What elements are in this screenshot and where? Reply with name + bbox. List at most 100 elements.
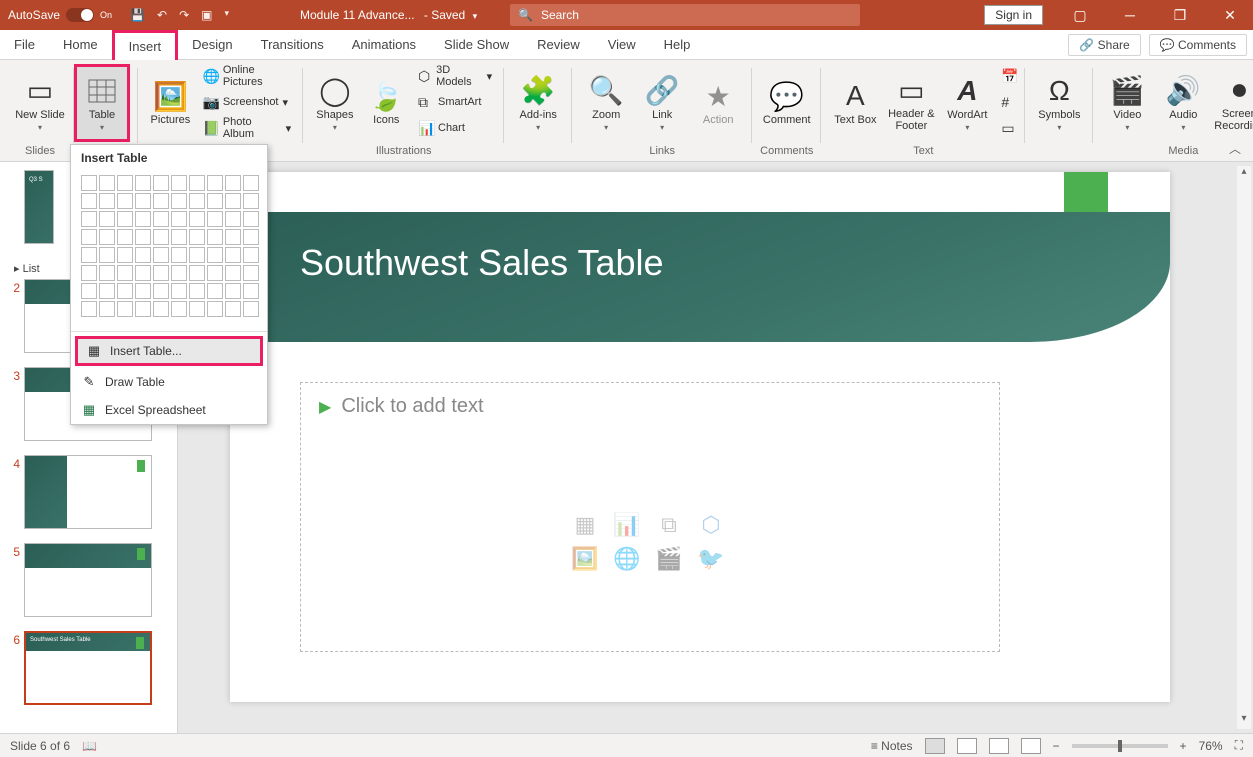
icons-button[interactable]: 🍃Icons [363, 64, 410, 142]
grid-cell[interactable] [225, 211, 241, 227]
tab-home[interactable]: Home [49, 30, 112, 60]
grid-cell[interactable] [225, 229, 241, 245]
grid-cell[interactable] [117, 193, 133, 209]
reading-view-button[interactable] [989, 738, 1009, 754]
share-button[interactable]: 🔗 Share [1068, 34, 1140, 56]
grid-cell[interactable] [189, 301, 205, 317]
tab-slideshow[interactable]: Slide Show [430, 30, 523, 60]
sorter-view-button[interactable] [957, 738, 977, 754]
wordart-button[interactable]: AWordArt▾ [941, 64, 993, 142]
pictures-button[interactable]: 🖼️Pictures [146, 64, 195, 142]
grid-cell[interactable] [171, 175, 187, 191]
tab-review[interactable]: Review [523, 30, 594, 60]
grid-cell[interactable] [81, 175, 97, 191]
normal-view-button[interactable] [925, 738, 945, 754]
vertical-scrollbar[interactable]: ▴▾ [1237, 166, 1251, 729]
new-slide-button[interactable]: ▭ New Slide▾ [14, 64, 66, 142]
grid-cell[interactable] [135, 283, 151, 299]
grid-cell[interactable] [243, 283, 259, 299]
tab-insert[interactable]: Insert [112, 30, 179, 60]
grid-cell[interactable] [81, 193, 97, 209]
insert-3d-icon[interactable]: ⬡ [695, 511, 727, 539]
grid-cell[interactable] [99, 265, 115, 281]
insert-online-picture-icon[interactable]: 🌐 [611, 545, 643, 573]
grid-cell[interactable] [81, 211, 97, 227]
grid-cell[interactable] [243, 247, 259, 263]
grid-cell[interactable] [135, 175, 151, 191]
grid-cell[interactable] [189, 193, 205, 209]
grid-cell[interactable] [207, 283, 223, 299]
grid-cell[interactable] [135, 247, 151, 263]
insert-table-icon[interactable]: ▦ [569, 511, 601, 539]
zoom-slider[interactable] [1072, 744, 1168, 748]
save-icon[interactable]: 💾 [130, 8, 145, 22]
insert-table-menuitem[interactable]: ▦ Insert Table... [75, 336, 263, 366]
action-button[interactable]: ★Action [692, 64, 744, 142]
grid-cell[interactable] [99, 247, 115, 263]
shapes-button[interactable]: ◯Shapes▾ [311, 64, 358, 142]
grid-cell[interactable] [81, 265, 97, 281]
insert-icon-icon[interactable]: 🐦 [695, 545, 727, 573]
grid-cell[interactable] [117, 265, 133, 281]
grid-cell[interactable] [135, 193, 151, 209]
smartart-button[interactable]: ⧉SmartArt [414, 90, 496, 114]
slide-title[interactable]: Southwest Sales Table [300, 242, 664, 284]
grid-cell[interactable] [225, 265, 241, 281]
comments-button[interactable]: 💬 Comments [1149, 34, 1247, 56]
date-time-button[interactable]: 📅 [997, 64, 1017, 88]
redo-icon[interactable]: ↷ [179, 8, 189, 22]
photo-album-button[interactable]: 📗Photo Album ▾ [199, 116, 295, 140]
audio-button[interactable]: 🔊Audio▾ [1157, 64, 1209, 142]
notes-button[interactable]: ≡ Notes [871, 739, 913, 753]
qat-more-icon[interactable]: ▾ [224, 8, 229, 22]
content-placeholder[interactable]: ▶Click to add text ▦ 📊 ⧉ ⬡ 🖼️ 🌐 🎬 🐦 [300, 382, 1000, 652]
grid-cell[interactable] [225, 247, 241, 263]
grid-cell[interactable] [243, 265, 259, 281]
grid-cell[interactable] [225, 193, 241, 209]
excel-spreadsheet-menuitem[interactable]: ▦ Excel Spreadsheet [71, 396, 267, 424]
grid-cell[interactable] [99, 211, 115, 227]
insert-smartart-icon[interactable]: ⧉ [653, 511, 685, 539]
grid-cell[interactable] [153, 175, 169, 191]
grid-cell[interactable] [153, 211, 169, 227]
3d-models-button[interactable]: ⬡3D Models ▾ [414, 64, 496, 88]
grid-cell[interactable] [171, 193, 187, 209]
grid-cell[interactable] [189, 229, 205, 245]
slide-thumb-4[interactable] [24, 455, 152, 529]
tab-help[interactable]: Help [650, 30, 705, 60]
grid-cell[interactable] [99, 301, 115, 317]
grid-cell[interactable] [225, 283, 241, 299]
grid-cell[interactable] [207, 265, 223, 281]
grid-cell[interactable] [99, 175, 115, 191]
minimize-button[interactable]: ─ [1107, 0, 1153, 30]
grid-cell[interactable] [153, 193, 169, 209]
autosave-toggle[interactable]: AutoSave On [0, 8, 120, 22]
text-box-button[interactable]: AText Box [829, 64, 881, 142]
grid-cell[interactable] [153, 283, 169, 299]
grid-cell[interactable] [117, 175, 133, 191]
grid-cell[interactable] [153, 247, 169, 263]
grid-cell[interactable] [243, 211, 259, 227]
grid-cell[interactable] [171, 247, 187, 263]
screenshot-button[interactable]: 📷Screenshot ▾ [199, 90, 295, 114]
present-icon[interactable]: ▣ [201, 8, 212, 22]
slide-thumb-5[interactable] [24, 543, 152, 617]
zoom-in-button[interactable]: + [1180, 739, 1187, 753]
grid-cell[interactable] [117, 283, 133, 299]
grid-cell[interactable] [171, 283, 187, 299]
grid-cell[interactable] [189, 247, 205, 263]
search-input[interactable] [541, 8, 696, 22]
search-box[interactable]: 🔍 [510, 4, 860, 26]
slideshow-view-button[interactable] [1021, 738, 1041, 754]
grid-cell[interactable] [81, 283, 97, 299]
grid-cell[interactable] [207, 301, 223, 317]
insert-picture-icon[interactable]: 🖼️ [569, 545, 601, 573]
object-button[interactable]: ▭ [997, 116, 1017, 140]
tab-transitions[interactable]: Transitions [247, 30, 338, 60]
grid-cell[interactable] [99, 229, 115, 245]
grid-cell[interactable] [207, 229, 223, 245]
grid-cell[interactable] [117, 301, 133, 317]
grid-cell[interactable] [117, 211, 133, 227]
sign-in-button[interactable]: Sign in [984, 5, 1043, 25]
grid-cell[interactable] [189, 283, 205, 299]
